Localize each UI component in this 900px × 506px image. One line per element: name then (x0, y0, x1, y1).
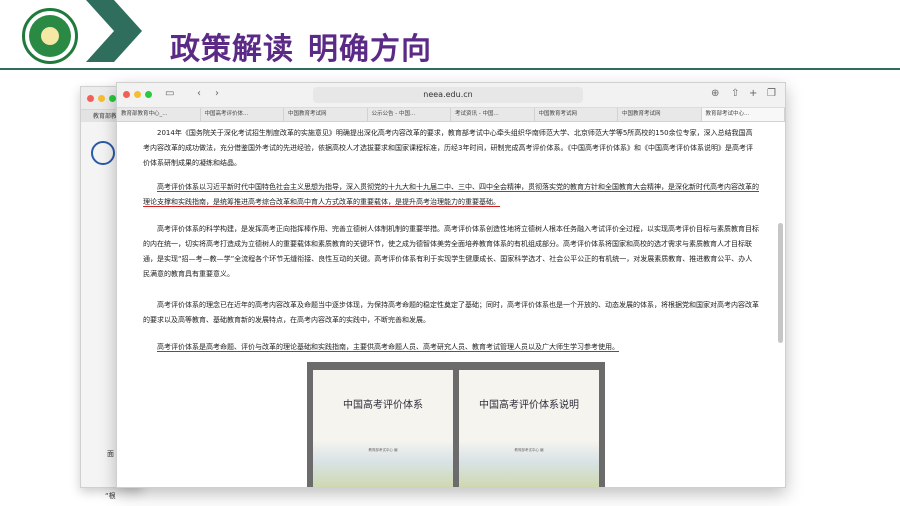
browser-tab-active[interactable]: 教育部考试中心... (701, 108, 785, 121)
slide-header: 政策解读 明确方向 (0, 0, 900, 70)
chevron-right-icon (86, 0, 142, 62)
article-paragraph: 高考评价体系的科学构建，是发挥高考正向指挥棒作用、完善立德树人体制机制的重要举措… (143, 225, 759, 278)
book-publisher: 教育部考试中心 编 (368, 448, 398, 452)
tab-bar: 教育部教育中心_... 中国高考评价体... 中国教育考试网 公示公告 - 中国… (117, 108, 785, 122)
school-logo-icon (22, 8, 78, 64)
new-tab-icon[interactable]: + (749, 88, 757, 99)
url-text[interactable]: neea.edu.cn (313, 90, 583, 99)
scrollbar[interactable] (778, 223, 783, 343)
article-paragraph-highlighted: 高考评价体系以习近平新时代中国特色社会主义思想为指导，深入贯彻党的十九大和十九届… (143, 183, 759, 206)
site-logo-icon (91, 141, 115, 165)
minimize-dot-icon[interactable] (134, 91, 141, 98)
browser-window: ▭ ‹ › neea.edu.cn ⊕ ⇧ + ❐ 教育部教育中心_... 中国… (116, 82, 786, 488)
slide-title-part1: 政策解读 (170, 32, 294, 67)
book-cover: 中国高考评价体系 教育部考试中心 编 (313, 370, 453, 487)
book-title: 中国高考评价体系说明 (479, 400, 579, 411)
browser-tab[interactable]: 教育部教育中心_... (117, 108, 201, 121)
browser-toolbar: ▭ ‹ › neea.edu.cn ⊕ ⇧ + ❐ (117, 83, 785, 108)
browser-tab[interactable]: 考试资讯 - 中国... (451, 108, 535, 121)
browser-tab[interactable]: 中国教育考试网 (618, 108, 702, 121)
back-icon[interactable]: ‹ (197, 88, 201, 99)
book-publisher: 教育部考试中心 编 (514, 448, 544, 452)
article-paragraph-highlighted: 高考评价体系是高考命题、评价与改革的理论基础和实践指南，主要供高考命题人员、高考… (157, 343, 619, 351)
close-dot-icon[interactable] (87, 95, 94, 102)
book-title: 中国高考评价体系 (343, 400, 423, 411)
sidebar-icon[interactable]: ▭ (165, 88, 174, 99)
forward-icon[interactable]: › (215, 88, 219, 99)
background-window-text: “根 (105, 492, 116, 500)
background-window-text: 面 (107, 450, 114, 458)
browser-tab[interactable]: 中国教育考试网 (535, 108, 618, 121)
close-dot-icon[interactable] (123, 91, 130, 98)
browser-tab[interactable]: 中国高考评价体... (201, 108, 284, 121)
share-icon[interactable]: ⇧ (731, 88, 739, 99)
zoom-dot-icon[interactable] (109, 95, 116, 102)
browser-tab[interactable]: 中国教育考试网 (284, 108, 368, 121)
book-cover: 中国高考评价体系说明 教育部考试中心 编 (459, 370, 599, 487)
address-bar[interactable]: neea.edu.cn (313, 87, 583, 103)
zoom-dot-icon[interactable] (145, 91, 152, 98)
article-paragraph: 2014年《国务院关于深化考试招生制度改革的实施意见》明确提出深化高考内容改革的… (143, 129, 753, 167)
slide-title-part2: 明确方向 (308, 32, 432, 67)
minimize-dot-icon[interactable] (98, 95, 105, 102)
page-content: 2014年《国务院关于深化考试招生制度改革的实施意见》明确提出深化高考内容改革的… (117, 122, 785, 487)
article-paragraph: 高考评价体系的理念已在近年的高考内容改革及命题当中逐步体现，为保持高考命题的稳定… (143, 301, 759, 324)
slide-title: 政策解读 明确方向 (170, 24, 432, 68)
browser-tab[interactable]: 公示公告 - 中国... (368, 108, 451, 121)
header-divider (0, 68, 900, 70)
download-icon[interactable]: ⊕ (711, 88, 719, 99)
tab-overview-icon[interactable]: ❐ (767, 88, 776, 99)
books-photo: 中国高考评价体系 教育部考试中心 编 中国高考评价体系说明 教育部考试中心 编 (307, 362, 605, 487)
